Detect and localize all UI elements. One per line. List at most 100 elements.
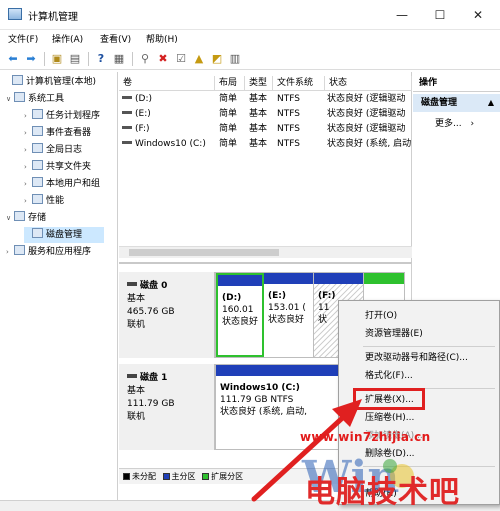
minimize-button[interactable]: —	[392, 6, 412, 24]
legend-swatch-primary	[162, 473, 170, 480]
horizontal-scrollbar[interactable]	[119, 246, 412, 258]
partition-status: 状态良好	[222, 317, 259, 327]
back-arrow-icon[interactable]: ⬅	[6, 52, 20, 66]
open-folder-icon[interactable]: ▲	[192, 52, 206, 66]
ctx-delete-volume[interactable]: 删除卷(D)...	[365, 445, 415, 463]
menu-view[interactable]: 查看(V)	[100, 32, 131, 45]
ctx-shrink-volume[interactable]: 压缩卷(H)...	[365, 409, 414, 427]
tree-item-computer-management[interactable]: 计算机管理(本地)	[4, 74, 96, 90]
volume-layout: 简单	[219, 94, 238, 104]
partition-size: 111.79 GB NTFS	[220, 395, 294, 405]
volume-icon	[122, 96, 132, 99]
collapse-chevron-icon[interactable]: ›	[24, 159, 32, 175]
partition-status: 状	[318, 315, 328, 325]
volume-list: 卷 布局 类型 文件系统 状态 (D:) 简单 基本 NTFS 状态良好 (逻辑…	[119, 72, 412, 262]
search-folder-icon[interactable]: ◩	[210, 52, 224, 66]
tree-item-disk-management[interactable]: 磁盘管理	[24, 227, 104, 243]
shared-folder-icon	[32, 160, 43, 170]
disk-state: 联机	[127, 320, 146, 330]
connect-icon[interactable]: ⚲	[138, 52, 152, 66]
expand-chevron-icon[interactable]: ∨	[6, 91, 14, 107]
collapse-chevron-icon[interactable]: ›	[24, 125, 32, 141]
tree-item-system-tools[interactable]: ∨ 系统工具	[6, 91, 64, 107]
tree-item-local-users[interactable]: › 本地用户和组	[24, 176, 100, 192]
ctx-open[interactable]: 打开(O)	[365, 307, 397, 325]
menu-file[interactable]: 文件(F)	[8, 32, 38, 45]
disk-1-info[interactable]: 磁盘 1 基本 111.79 GB 联机	[119, 364, 215, 450]
toolbar-separator	[88, 52, 89, 66]
partition-type-bar	[218, 275, 262, 286]
disk-kind: 基本	[127, 386, 146, 396]
tree-item-label: 本地用户和组	[46, 179, 101, 189]
collapse-chevron-icon[interactable]: ›	[24, 142, 32, 158]
collapse-chevron-icon[interactable]: ›	[24, 176, 32, 192]
maximize-button[interactable]: ☐	[430, 6, 450, 24]
column-header-filesystem[interactable]: 文件系统	[273, 76, 325, 91]
table-row[interactable]: (D:) 简单 基本 NTFS 状态良好 (逻辑驱动	[119, 92, 412, 107]
view-icon[interactable]: ▥	[228, 52, 242, 66]
window-title: 计算机管理	[28, 12, 78, 23]
expand-chevron-icon[interactable]: ∨	[6, 210, 14, 226]
up-folder-icon[interactable]: ▣	[50, 52, 64, 66]
table-row[interactable]: (F:) 简单 基本 NTFS 状态良好 (逻辑驱动	[119, 122, 412, 137]
column-header-status[interactable]: 状态	[325, 76, 412, 91]
ctx-change-drive-letter[interactable]: 更改驱动器号和路径(C)...	[365, 349, 468, 367]
tree-item-performance[interactable]: › 性能	[24, 193, 64, 209]
collapse-chevron-icon[interactable]: ›	[6, 244, 14, 260]
tree-item-shared-folders[interactable]: › 共享文件夹	[24, 159, 91, 175]
collapse-triangle-icon[interactable]: ▲	[488, 94, 494, 112]
chevron-right-icon: ›	[470, 119, 475, 129]
check-icon[interactable]: ☑	[174, 52, 188, 66]
partition-title: (E:)	[268, 291, 286, 301]
ctx-explorer[interactable]: 资源管理器(E)	[365, 325, 423, 343]
tree-item-label: 性能	[46, 196, 65, 206]
show-hide-tree-icon[interactable]: ▤	[68, 52, 82, 66]
legend-label: 扩展分区	[211, 472, 244, 481]
delete-icon[interactable]: ✖	[156, 52, 170, 66]
tree-item-global-log[interactable]: › 全局日志	[24, 142, 82, 158]
volume-filesystem: NTFS	[277, 124, 300, 134]
partition-e[interactable]: (E:) 153.01 ( 状态良好	[264, 273, 314, 357]
actions-more-link[interactable]: 更多... ›	[435, 116, 474, 129]
partition-type-bar	[264, 273, 313, 284]
menu-help[interactable]: 帮助(H)	[146, 32, 178, 45]
volume-layout: 简单	[219, 109, 238, 119]
tree-item-label: 任务计划程序	[46, 111, 101, 121]
column-header-layout[interactable]: 布局	[215, 76, 245, 91]
partition-type-bar	[364, 273, 404, 284]
column-header-volume[interactable]: 卷	[119, 76, 215, 91]
disk-name: 磁盘 1	[140, 373, 168, 383]
partition-size: 153.01 (	[268, 303, 306, 313]
tree-item-label: 存储	[28, 213, 47, 223]
partition-title: (D:)	[222, 293, 242, 303]
tools-icon	[14, 92, 25, 102]
collapse-chevron-icon[interactable]: ›	[24, 108, 32, 124]
properties-icon[interactable]: ▦	[112, 52, 126, 66]
ctx-format[interactable]: 格式化(F)...	[365, 367, 413, 385]
partition-d[interactable]: (D:) 160.01 状态良好	[216, 273, 264, 357]
collapse-chevron-icon[interactable]: ›	[24, 193, 32, 209]
volume-type: 基本	[249, 124, 268, 134]
tree-item-event-viewer[interactable]: › 事件查看器	[24, 125, 91, 141]
tree-item-label: 系统工具	[28, 94, 65, 104]
table-row[interactable]: Windows10 (C:) 简单 基本 NTFS 状态良好 (系统, 启动	[119, 137, 412, 152]
forward-arrow-icon[interactable]: ➡	[24, 52, 38, 66]
disk-0-info[interactable]: 磁盘 0 基本 465.76 GB 联机	[119, 272, 215, 358]
table-row[interactable]: (E:) 简单 基本 NTFS 状态良好 (逻辑驱动	[119, 107, 412, 122]
volume-filesystem: NTFS	[277, 94, 300, 104]
tree-item-services-apps[interactable]: › 服务和应用程序	[6, 244, 91, 260]
close-button[interactable]: ✕	[468, 6, 488, 24]
column-header-type[interactable]: 类型	[245, 76, 273, 91]
tree-item-task-scheduler[interactable]: › 任务计划程序	[24, 108, 100, 124]
volume-name: (D:)	[135, 94, 152, 104]
actions-header: 操作	[413, 74, 500, 92]
tree-item-storage[interactable]: ∨ 存储	[6, 210, 46, 226]
navigation-tree: 计算机管理(本地) ∨ 系统工具 › 任务计划程序 › 事件查看器 › 全局日志 › 共享…	[0, 72, 118, 500]
disk-size: 111.79 GB	[127, 399, 175, 409]
actions-disk-management[interactable]: 磁盘管理 ▲	[413, 94, 500, 112]
volume-name: (F:)	[135, 124, 150, 134]
scrollbar-thumb[interactable]	[129, 249, 279, 256]
menu-action[interactable]: 操作(A)	[52, 32, 83, 45]
help-icon[interactable]: ?	[94, 52, 108, 66]
tree-item-label: 计算机管理(本地)	[26, 77, 97, 87]
